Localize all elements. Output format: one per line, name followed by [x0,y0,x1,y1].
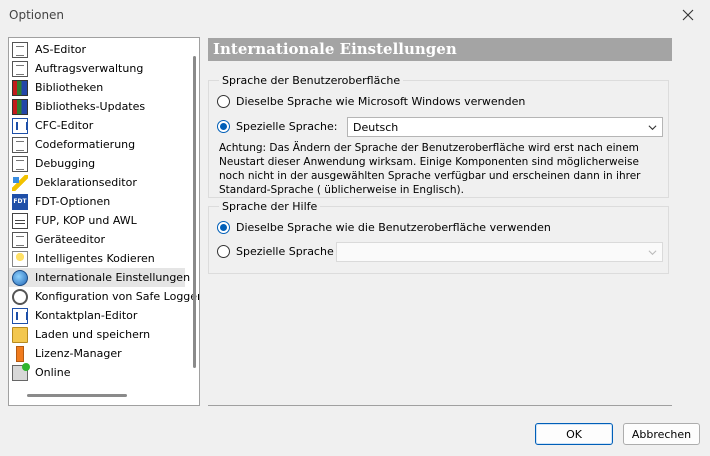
tree-item[interactable]: Bibliotheken [9,78,185,97]
device-editor-icon [12,231,28,248]
tree-item-label: AS-Editor [35,43,87,56]
options-tree[interactable]: AS-Editor Auftragsverwaltung Bibliotheken B… [8,37,200,406]
tree-item[interactable]: Geräteeditor [9,230,185,249]
radio-help-special-label: Spezielle Sprache [236,245,334,258]
radio-help-same[interactable] [217,221,230,234]
debug-icon [12,155,28,172]
folder-open-icon [12,326,28,343]
declaration-editor-icon [12,174,28,191]
tree-item[interactable]: CFC-Editor [9,116,185,135]
clipboard-icon [12,60,28,77]
tree-item-label: Codeformatierung [35,138,136,151]
radio-help-special[interactable] [217,245,230,258]
tree-item[interactable]: Auftragsverwaltung [9,59,185,78]
chevron-down-icon [648,250,657,256]
tree-item-label: Intelligentes Kodieren [35,252,155,265]
close-icon [682,9,694,21]
window-title: Optionen [9,8,65,22]
horizontal-scrollbar[interactable] [27,394,127,397]
radio-windows-language-row[interactable]: Dieselbe Sprache wie Microsoft Windows v… [217,95,525,108]
tree-item[interactable]: Intelligentes Kodieren [9,249,185,268]
online-icon [12,362,30,381]
tree-item-label: FUP, KOP und AWL [35,214,137,227]
tree-item-label: Auftragsverwaltung [35,62,144,75]
cfc-editor-icon [12,117,28,134]
license-icon [16,345,24,362]
chevron-down-icon [648,125,657,131]
ui-language-value: Deutsch [353,120,399,134]
tree-item[interactable]: Codeformatierung [9,135,185,154]
tree-item[interactable]: Internationale Einstellungen [9,268,190,287]
tree-item[interactable]: Konfiguration von Safe Logger [9,287,199,306]
tree-item-label: Debugging [35,157,96,170]
tree-item[interactable]: Deklarationseditor [9,173,185,192]
help-language-select[interactable] [336,242,663,262]
ui-language-legend: Sprache der Benutzeroberfläche [219,74,404,87]
cancel-button[interactable]: Abbrechen [623,423,700,445]
restart-note: Achtung: Das Ändern der Sprache der Benu… [219,142,641,196]
tree-item[interactable]: Lizenz-Manager [9,344,185,363]
tree-item[interactable]: FDT FDT-Optionen [9,192,185,211]
radio-windows-language[interactable] [217,95,230,108]
tree-item-label: Deklarationseditor [35,176,137,189]
tree-item-label: Bibliotheken [35,81,104,94]
tree-item[interactable]: FUP, KOP und AWL [9,211,185,230]
ok-button[interactable]: OK [535,423,613,445]
code-format-icon [12,136,28,153]
tree-item-label: Bibliotheks-Updates [35,100,146,113]
radio-windows-language-label: Dieselbe Sprache wie Microsoft Windows v… [236,95,526,108]
close-button[interactable] [666,0,710,30]
ladder-editor-icon [12,307,28,324]
tree-item[interactable]: AS-Editor [9,40,185,59]
globe-icon [12,269,28,286]
help-language-group: Sprache der Hilfe [208,200,669,274]
radio-help-same-row[interactable]: Dieselbe Sprache wie die Benutzeroberflä… [217,221,551,234]
books-update-icon [12,98,28,115]
tree-list: AS-Editor Auftragsverwaltung Bibliotheken B… [9,40,199,382]
radio-special-language[interactable] [217,120,230,133]
fdt-icon: FDT [12,193,28,210]
tree-item[interactable]: Bibliotheks-Updates [9,97,185,116]
title-bar: Optionen [0,0,710,30]
tree-item[interactable]: Debugging [9,154,185,173]
tree-item-label: Online [35,366,71,379]
tree-item[interactable]: Online [9,362,185,382]
tree-item[interactable]: Kontaktplan-Editor [9,306,185,325]
books-icon [12,79,28,96]
radio-help-special-row[interactable]: Spezielle Sprache [217,245,334,258]
tree-item-label: FDT-Optionen [35,195,111,208]
vertical-scrollbar[interactable] [193,56,196,368]
tree-item-label: CFC-Editor [35,119,94,132]
ui-language-select[interactable]: Deutsch [347,117,663,137]
tree-item[interactable]: Laden und speichern [9,325,185,344]
smart-coding-icon [12,250,28,267]
fup-icon [12,212,28,229]
help-language-legend: Sprache der Hilfe [219,200,321,213]
tree-item-label: Konfiguration von Safe Logger [35,290,200,303]
tree-item-label: Kontaktplan-Editor [35,309,138,322]
radio-special-language-label: Spezielle Sprache: [236,120,338,133]
radio-help-same-label: Dieselbe Sprache wie die Benutzeroberflä… [236,221,551,234]
tree-item-label: Internationale Einstellungen [35,271,191,284]
page-title: Internationale Einstellungen [208,38,672,61]
tree-item-label: Lizenz-Manager [35,347,122,360]
safe-logger-icon [12,288,28,305]
tree-item-label: Geräteeditor [35,233,106,246]
radio-special-language-row[interactable]: Spezielle Sprache: [217,120,337,133]
tree-item-label: Laden und speichern [35,328,151,341]
as-editor-icon [12,41,28,58]
footer-divider [208,405,672,406]
